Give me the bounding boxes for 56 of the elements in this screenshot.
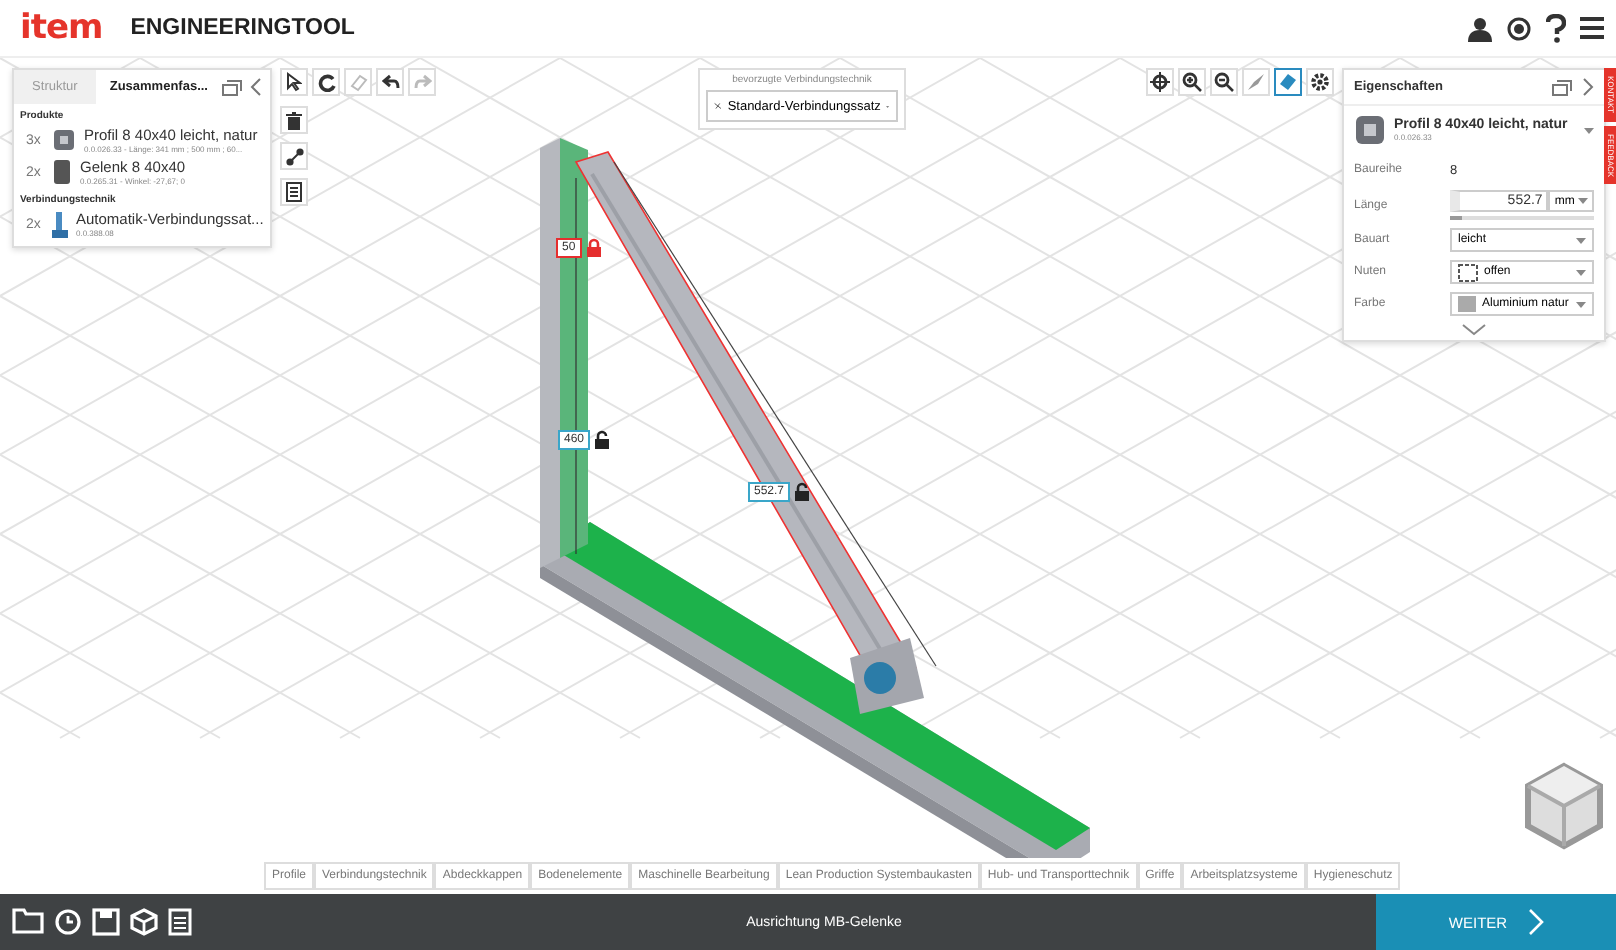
box-icon[interactable] — [130, 908, 158, 936]
refresh-icon — [317, 73, 335, 91]
copy-button[interactable] — [280, 178, 308, 206]
target-button[interactable] — [1146, 68, 1174, 96]
help-icon[interactable] — [1546, 13, 1566, 43]
select-button[interactable] — [280, 68, 308, 96]
user-icon[interactable] — [1468, 15, 1492, 41]
history-icon[interactable] — [54, 908, 82, 936]
document-icon[interactable] — [168, 908, 192, 936]
lock-icon[interactable] — [794, 482, 811, 502]
chevron-right-icon[interactable] — [1582, 78, 1594, 96]
popout-icon[interactable] — [222, 79, 242, 95]
zoom-in-button[interactable] — [1178, 68, 1206, 96]
settings-button[interactable] — [1306, 68, 1334, 96]
profile-icon — [1354, 114, 1386, 146]
lock-icon[interactable] — [594, 430, 611, 450]
joint-icon — [52, 160, 72, 184]
caret-icon — [1576, 301, 1586, 307]
chevron-left-icon[interactable] — [250, 78, 262, 96]
connector-icon — [52, 211, 68, 237]
caret-icon — [1576, 269, 1586, 275]
folder-icon[interactable] — [12, 908, 44, 934]
color-swatch — [1458, 296, 1476, 312]
eraser-button[interactable] — [1274, 68, 1302, 96]
trash-icon — [286, 111, 302, 129]
chevron-down-icon[interactable] — [1462, 324, 1486, 336]
profile-icon — [52, 128, 76, 152]
undo-icon — [381, 74, 399, 90]
redo-icon — [413, 74, 431, 90]
popout-icon[interactable] — [1552, 79, 1572, 95]
eraser-icon — [1278, 72, 1298, 92]
view-cube-icon[interactable] — [1524, 762, 1604, 850]
copy-icon — [286, 182, 302, 202]
zoom-out-icon — [1214, 72, 1234, 92]
connect-button[interactable] — [280, 142, 308, 170]
slot-icon — [1458, 263, 1478, 281]
menu-icon[interactable] — [1580, 16, 1604, 40]
eraser-icon — [349, 73, 367, 91]
cursor-icon — [286, 72, 302, 92]
caret-icon — [1576, 237, 1586, 243]
chevron-right-icon — [1527, 908, 1544, 936]
connect-icon — [285, 147, 303, 165]
undo-button[interactable] — [376, 68, 404, 96]
crosshair-icon — [1150, 72, 1170, 92]
refresh-button[interactable] — [312, 68, 340, 96]
caret-icon[interactable] — [1584, 127, 1594, 133]
logo[interactable]: item — [20, 8, 103, 48]
settings-icon — [1310, 72, 1330, 92]
zoom-out-button[interactable] — [1210, 68, 1238, 96]
trash-button[interactable] — [280, 106, 308, 134]
zoom-in-icon — [1182, 72, 1202, 92]
app-title: ENGINEERINGTOOL — [130, 16, 355, 40]
brush-icon — [1246, 72, 1266, 92]
headset-icon[interactable] — [1506, 15, 1532, 41]
caret-icon — [1578, 197, 1588, 203]
save-icon[interactable] — [92, 908, 120, 936]
